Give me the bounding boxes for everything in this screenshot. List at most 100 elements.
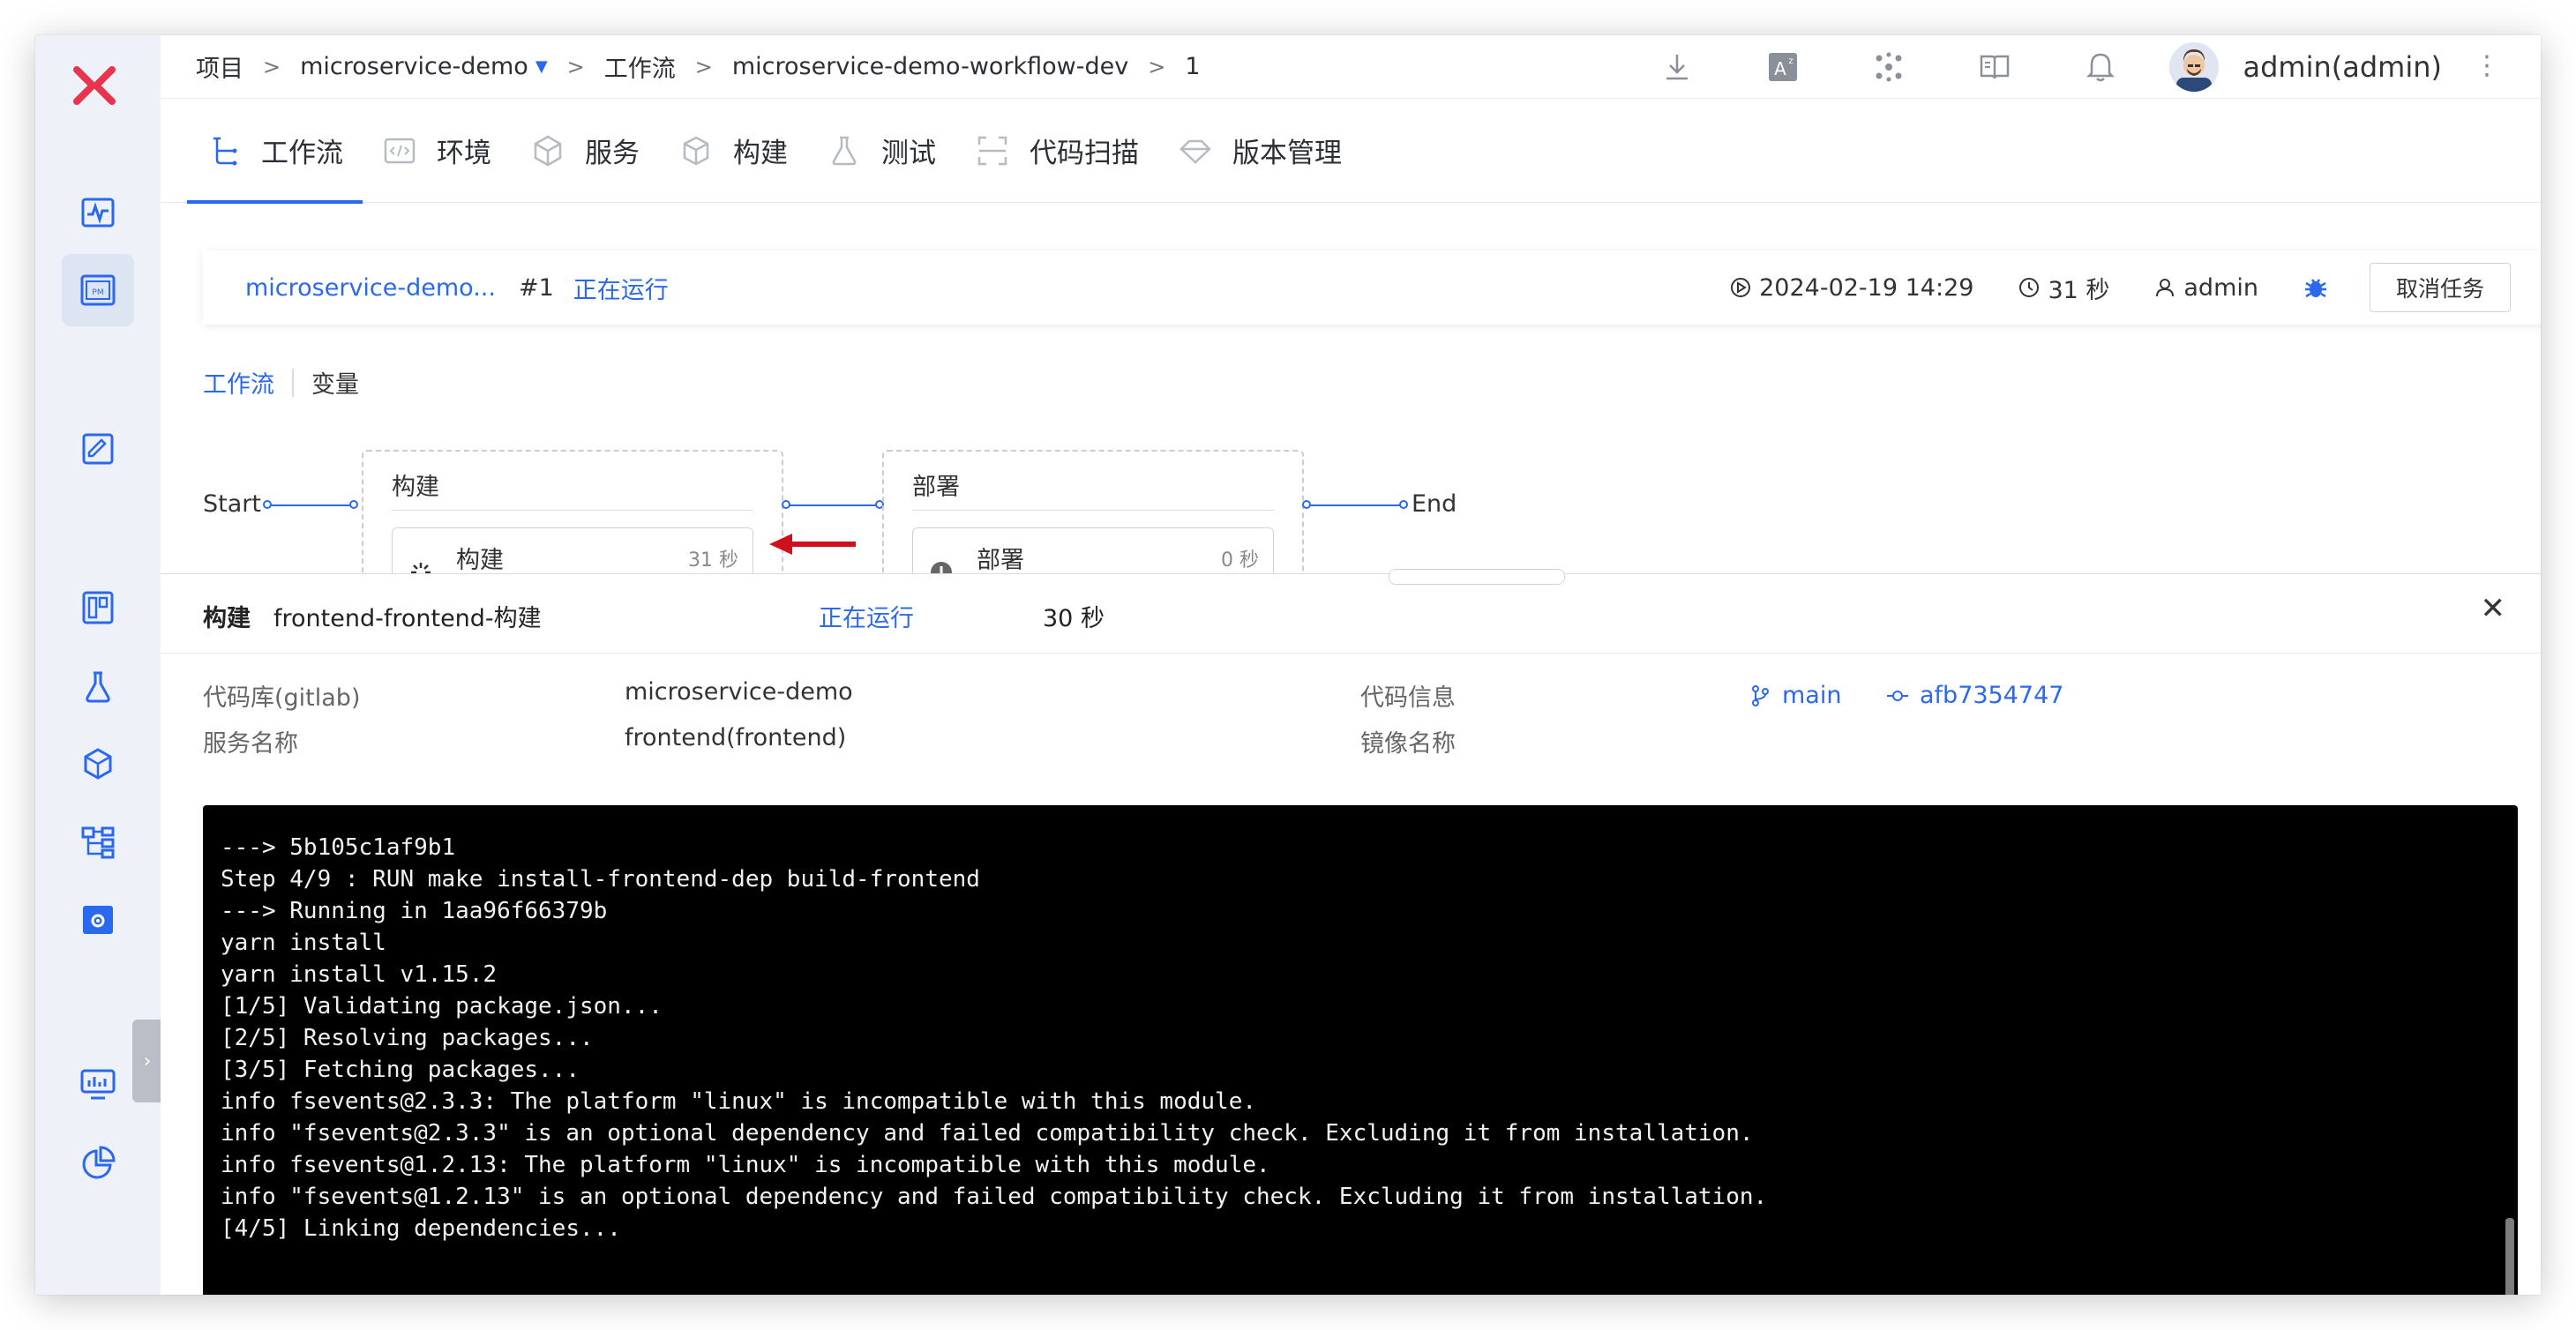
pipeline-connector	[266, 504, 355, 506]
pipeline-node	[1302, 500, 1311, 509]
run-status: 正在运行	[573, 276, 669, 304]
log-line: [3/5] Fetching packages...	[221, 1057, 580, 1083]
breadcrumb-separator: >	[694, 54, 713, 79]
breadcrumb-workflow[interactable]: microservice-demo-workflow-dev	[732, 53, 1128, 80]
subtab-variables[interactable]: 变量	[311, 365, 359, 400]
logo-icon[interactable]	[65, 56, 124, 115]
sidebar-stats-icon[interactable]	[62, 1127, 134, 1199]
tab-code-scan[interactable]: 代码扫描	[975, 99, 1139, 203]
download-icon[interactable]	[1658, 48, 1696, 86]
job-name: frontend-frontend-构建	[273, 605, 542, 632]
debug-icon[interactable]	[2303, 274, 2329, 301]
close-icon[interactable]: ✕	[2481, 594, 2506, 624]
sidebar-test-icon[interactable]	[62, 651, 134, 723]
subtab-workflow[interactable]: 工作流	[203, 365, 274, 400]
tab-label: 服务	[585, 138, 640, 169]
log-line: [2/5] Resolving packages...	[221, 1025, 594, 1051]
breadcrumb-separator: >	[1148, 54, 1166, 79]
log-line: yarn install v1.15.2	[221, 961, 498, 988]
branch-name: main	[1782, 682, 1842, 709]
log-line: info "fsevents@1.2.13" is an optional de…	[221, 1184, 1768, 1210]
log-line: info "fsevents@2.3.3" is an optional dep…	[221, 1120, 1754, 1147]
translate-icon[interactable]: Az	[1764, 48, 1802, 86]
run-start-time: 2024-02-19 14:29	[1729, 274, 1973, 302]
tab-label: 代码扫描	[1030, 138, 1139, 169]
divider	[392, 510, 753, 511]
log-line: info fsevents@1.2.13: The platform "linu…	[221, 1152, 1270, 1178]
sidebar-dashboard-icon[interactable]	[62, 176, 134, 249]
avatar[interactable]	[2168, 42, 2219, 92]
log-line: ---> Running in 1aa96f66379b	[221, 898, 608, 924]
tab-environment[interactable]: 环境	[382, 99, 491, 203]
log-line: yarn install	[221, 930, 386, 956]
more-vertical-icon[interactable]: ⋮	[2474, 53, 2500, 79]
sidebar-artifact-icon[interactable]	[62, 729, 134, 801]
sidebar-release-icon[interactable]	[62, 413, 134, 485]
red-arrow-icon	[769, 534, 856, 555]
header-actions: Az admin(admin)	[1658, 35, 2542, 99]
run-workflow-name[interactable]: microservice-demo...	[245, 274, 496, 302]
breadcrumb-section[interactable]: 工作流	[604, 49, 676, 84]
breadcrumb-separator: >	[263, 54, 281, 79]
cluster-icon[interactable]	[1869, 48, 1908, 86]
bell-icon[interactable]	[2081, 48, 2120, 86]
sidebar-monitor-icon[interactable]	[62, 1048, 134, 1120]
pipeline-end-label: End	[1412, 490, 1457, 518]
commit-link[interactable]: afb7354747	[1886, 682, 2063, 709]
commit-icon	[1887, 690, 1908, 701]
build-log-console[interactable]: ---> 5b105c1af9b1 Step 4/9 : RUN make in…	[203, 805, 2518, 1295]
svg-text:PM: PM	[92, 288, 103, 297]
tab-label: 测试	[881, 138, 936, 169]
tab-service[interactable]: 服务	[530, 99, 640, 203]
caret-down-icon[interactable]: ▼	[535, 57, 548, 76]
run-summary-card: microservice-demo... #1 正在运行 2024-02-19 …	[203, 250, 2541, 325]
user-name[interactable]: admin(admin)	[2243, 50, 2443, 84]
sidebar: PM ›	[35, 35, 162, 1295]
pipeline-start-label: Start	[203, 490, 261, 518]
tab-test[interactable]: 测试	[827, 99, 936, 203]
breadcrumb-separator: >	[566, 54, 585, 79]
sidebar-settings-icon[interactable]	[62, 884, 134, 956]
run-duration: 31 秒	[2018, 271, 2109, 305]
log-scrollbar[interactable]	[2505, 1218, 2514, 1295]
service-cube-icon	[534, 135, 562, 166]
breadcrumb-project[interactable]: microservice-demo	[300, 53, 528, 80]
module-tabs: 工作流 环境 服务 构建 测试 代码扫描 版本管理	[161, 99, 2541, 204]
branch-link[interactable]: main	[1749, 682, 1841, 709]
tab-label: 版本管理	[1232, 138, 1342, 169]
log-line: info fsevents@2.3.3: The platform "linux…	[221, 1088, 1256, 1115]
tab-workflow[interactable]: 工作流	[187, 99, 363, 204]
cancel-task-button[interactable]: 取消任务	[2370, 263, 2511, 312]
breadcrumb-run: 1	[1185, 53, 1201, 80]
breadcrumb-root[interactable]: 项目	[196, 49, 243, 84]
docs-icon[interactable]	[1975, 48, 2014, 86]
sidebar-collapse-toggle[interactable]: ›	[132, 1020, 162, 1102]
pipeline-node	[1399, 500, 1408, 509]
build-box-icon	[683, 136, 709, 165]
tab-label: 工作流	[261, 138, 343, 169]
tab-version[interactable]: 版本管理	[1178, 99, 1342, 203]
pipeline-connector	[1307, 504, 1404, 506]
play-circle-icon	[1731, 278, 1751, 297]
pipeline-node	[263, 500, 272, 509]
tab-label: 构建	[733, 138, 788, 169]
run-duration-value: 31 秒	[2048, 276, 2110, 304]
sidebar-topology-icon[interactable]	[62, 806, 134, 878]
sidebar-templates-icon[interactable]	[62, 572, 134, 644]
job-detail-drawer: 构建 frontend-frontend-构建 正在运行 30 秒 ✕ 代码库(…	[161, 569, 2541, 1295]
tab-build[interactable]: 构建	[678, 99, 788, 203]
service-label: 服务名称	[203, 730, 298, 758]
job-time: 31 秒	[688, 549, 738, 572]
sidebar-project-icon[interactable]: PM	[62, 254, 134, 326]
repo-label: 代码库(gitlab)	[203, 684, 361, 712]
run-user-value: admin	[2183, 273, 2258, 302]
repo-value: microservice-demo	[625, 678, 853, 706]
log-line: [1/5] Validating package.json...	[221, 993, 663, 1020]
service-value: frontend(frontend)	[625, 724, 847, 751]
stage-title: 构建	[392, 474, 439, 501]
workflow-icon	[213, 137, 237, 165]
pipeline-node	[782, 500, 790, 509]
flask-icon	[832, 136, 857, 165]
svg-text:z: z	[1788, 56, 1793, 66]
run-start-time-value: 2024-02-19 14:29	[1759, 273, 1974, 302]
